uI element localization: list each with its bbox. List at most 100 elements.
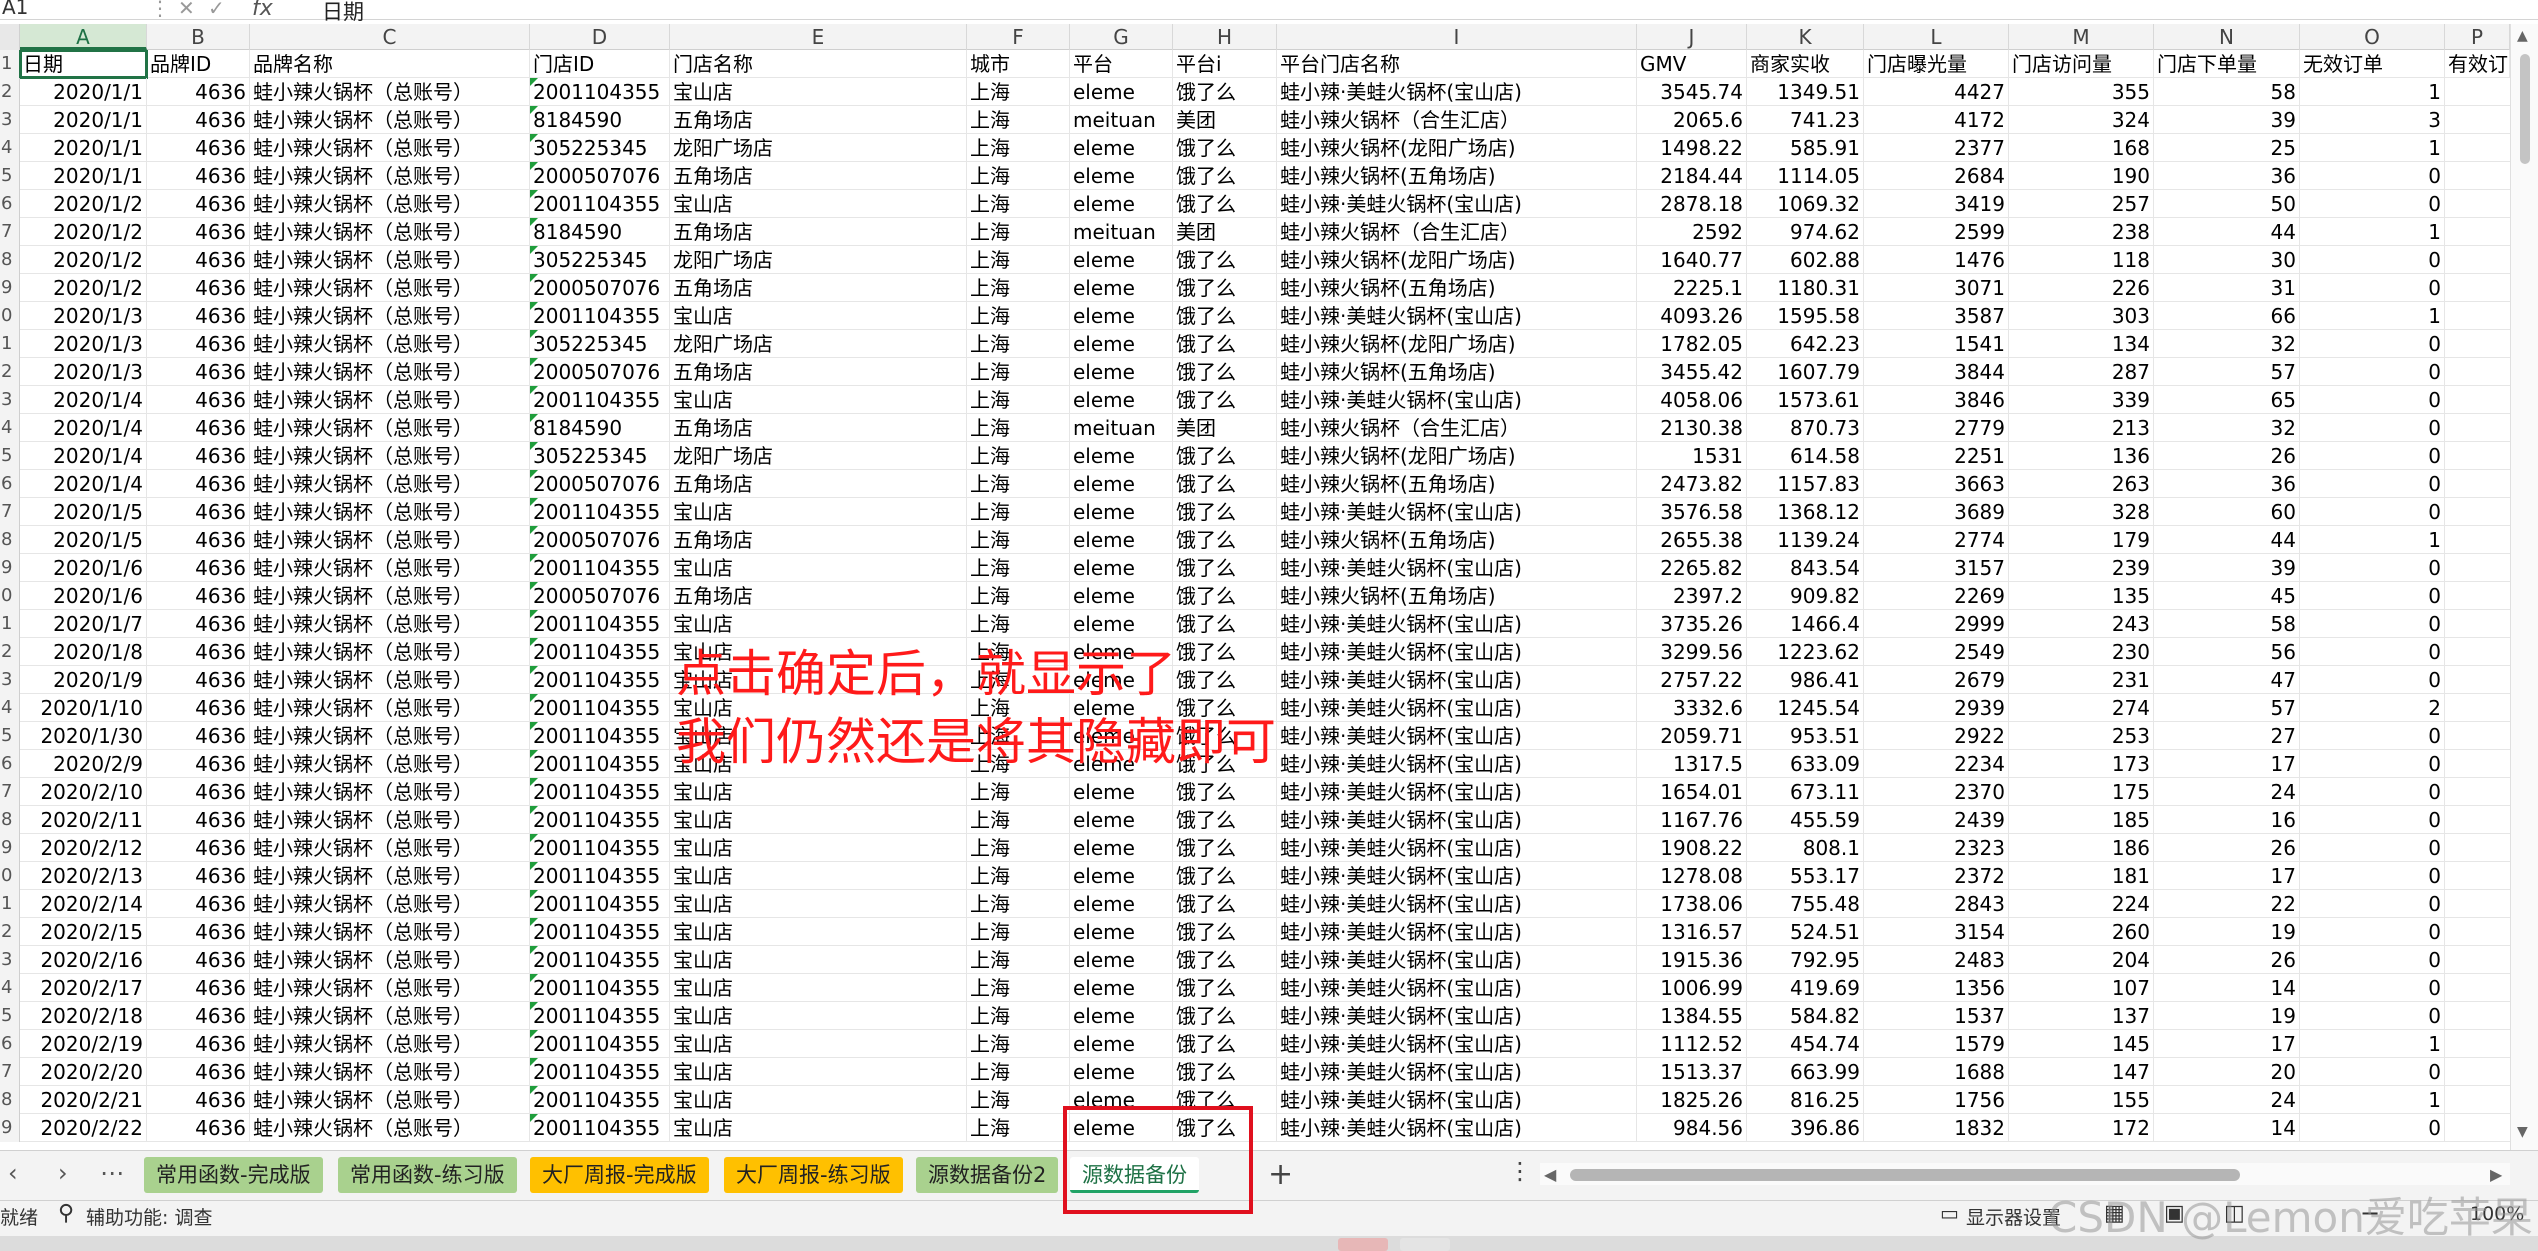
cell[interactable]: 1541 (1864, 330, 2009, 358)
cell[interactable]: 蛙小辣·美蛙火锅杯(宝山店) (1277, 1114, 1637, 1142)
column-letter-B[interactable]: B (147, 24, 250, 50)
cell[interactable]: 蛙小辣·美蛙火锅杯(宝山店) (1277, 750, 1637, 778)
tab-next-icon[interactable]: › (58, 1159, 68, 1187)
cell[interactable]: 2473.82 (1637, 470, 1747, 498)
cell[interactable]: 上海 (967, 1002, 1070, 1030)
cell[interactable]: 663.99 (1747, 1058, 1864, 1086)
cell[interactable]: 龙阳广场店 (670, 134, 967, 162)
cell[interactable]: 2843 (1864, 890, 2009, 918)
cell[interactable]: 蛙小辣火锅杯（总账号） (250, 862, 530, 890)
row-number[interactable]: 6 (0, 470, 20, 498)
cell[interactable]: 2020/2/21 (20, 1086, 147, 1114)
cell[interactable]: 2234 (1864, 750, 2009, 778)
cell[interactable]: 4636 (147, 666, 250, 694)
cell[interactable]: 上海 (967, 358, 1070, 386)
column-letter-O[interactable]: O (2300, 24, 2445, 50)
cell[interactable]: 蛙小辣火锅杯（总账号） (250, 610, 530, 638)
cell[interactable]: 2001104355 (530, 302, 670, 330)
cell[interactable]: 饿了么 (1173, 470, 1277, 498)
cell[interactable]: 2001104355 (530, 1114, 670, 1142)
cell[interactable]: 饿了么 (1173, 890, 1277, 918)
cell[interactable]: 303 (2009, 302, 2154, 330)
row-number[interactable]: 7 (0, 498, 20, 526)
cell[interactable]: 上海 (967, 1114, 1070, 1142)
cell[interactable]: 蛙小辣火锅杯(五角场店) (1277, 526, 1637, 554)
cell[interactable]: 2225.1 (1637, 274, 1747, 302)
column-letter-G[interactable]: G (1070, 24, 1173, 50)
cell[interactable]: 2020/2/12 (20, 834, 147, 862)
cell[interactable]: 2020/1/7 (20, 610, 147, 638)
row-number[interactable]: 8 (0, 1086, 20, 1114)
cell[interactable]: 龙阳广场店 (670, 330, 967, 358)
cell[interactable]: 614.58 (1747, 442, 1864, 470)
cell[interactable]: 3735.26 (1637, 610, 1747, 638)
cell[interactable]: 2439 (1864, 806, 2009, 834)
header-cell[interactable]: 有效订 (2445, 50, 2510, 78)
cell[interactable]: 宝山店 (670, 386, 967, 414)
display-settings-icon[interactable]: ▭ (1940, 1201, 1959, 1225)
row-number[interactable]: 6 (0, 1030, 20, 1058)
cell[interactable]: 2020/1/1 (20, 106, 147, 134)
cell[interactable]: 1368.12 (1747, 498, 1864, 526)
cell[interactable]: 4636 (147, 498, 250, 526)
cell[interactable]: 2020/1/5 (20, 498, 147, 526)
cell[interactable]: 26 (2154, 946, 2300, 974)
row-number[interactable]: 9 (0, 554, 20, 582)
cell[interactable]: 3332.6 (1637, 694, 1747, 722)
cell[interactable]: 524.51 (1747, 918, 1864, 946)
cell[interactable]: 3587 (1864, 302, 2009, 330)
cancel-icon[interactable]: ✕ (178, 0, 195, 20)
cell[interactable]: 上海 (967, 106, 1070, 134)
column-letter-J[interactable]: J (1637, 24, 1747, 50)
cell[interactable]: 蛙小辣火锅杯(五角场店) (1277, 162, 1637, 190)
cell[interactable]: 4636 (147, 1030, 250, 1058)
cell[interactable]: 2001104355 (530, 974, 670, 1002)
cell[interactable]: 2001104355 (530, 610, 670, 638)
row-number[interactable]: 8 (0, 246, 20, 274)
cell[interactable]: 3154 (1864, 918, 2009, 946)
cell[interactable]: 宝山店 (670, 974, 967, 1002)
cell[interactable]: 741.23 (1747, 106, 1864, 134)
cell[interactable]: 4636 (147, 134, 250, 162)
cell[interactable]: 1384.55 (1637, 1002, 1747, 1030)
cell[interactable]: 1356 (1864, 974, 2009, 1002)
cell[interactable]: 339 (2009, 386, 2154, 414)
cell[interactable]: 宝山店 (670, 778, 967, 806)
cell[interactable]: 44 (2154, 526, 2300, 554)
cell[interactable]: 4636 (147, 190, 250, 218)
cell[interactable]: 上海 (967, 1058, 1070, 1086)
header-cell[interactable]: 平台门店名称 (1277, 50, 1637, 78)
cell[interactable]: 1579 (1864, 1030, 2009, 1058)
cell[interactable]: 上海 (967, 806, 1070, 834)
cell[interactable]: 2000507076 (530, 526, 670, 554)
cell[interactable]: 蛙小辣火锅杯（总账号） (250, 302, 530, 330)
cell[interactable]: 饿了么 (1173, 134, 1277, 162)
cell[interactable]: 2592 (1637, 218, 1747, 246)
tab-overflow-icon[interactable]: ⋯ (100, 1159, 124, 1187)
row-number[interactable]: 9 (0, 1114, 20, 1142)
cell[interactable]: 上海 (967, 246, 1070, 274)
cell[interactable]: 蛙小辣火锅杯（总账号） (250, 666, 530, 694)
cell[interactable]: 45 (2154, 582, 2300, 610)
cell[interactable]: 0 (2300, 610, 2445, 638)
cell[interactable]: 蛙小辣火锅杯（总账号） (250, 722, 530, 750)
cell[interactable]: 2001104355 (530, 834, 670, 862)
cell[interactable]: 0 (2300, 274, 2445, 302)
header-cell[interactable]: 门店曝光量 (1864, 50, 2009, 78)
cell[interactable]: 1 (2300, 1030, 2445, 1058)
accessibility-icon[interactable]: ⚲ (58, 1201, 74, 1226)
cell[interactable]: 美团 (1173, 106, 1277, 134)
header-cell[interactable]: 商家实收 (1747, 50, 1864, 78)
cell[interactable]: 4636 (147, 1114, 250, 1142)
cell[interactable]: 蛙小辣火锅杯（合生汇店） (1277, 414, 1637, 442)
cell[interactable]: 蛙小辣·美蛙火锅杯(宝山店) (1277, 638, 1637, 666)
cell[interactable]: 816.25 (1747, 1086, 1864, 1114)
cell[interactable]: 4636 (147, 946, 250, 974)
cell[interactable]: 饿了么 (1173, 162, 1277, 190)
tab-options-icon[interactable]: ⋮ (1508, 1157, 1532, 1185)
cell[interactable]: 2 (2300, 694, 2445, 722)
cell[interactable]: 0 (2300, 750, 2445, 778)
cell[interactable]: 2020/2/10 (20, 778, 147, 806)
row-number[interactable]: 1 (0, 50, 20, 78)
cell[interactable]: 蛙小辣火锅杯（总账号） (250, 526, 530, 554)
